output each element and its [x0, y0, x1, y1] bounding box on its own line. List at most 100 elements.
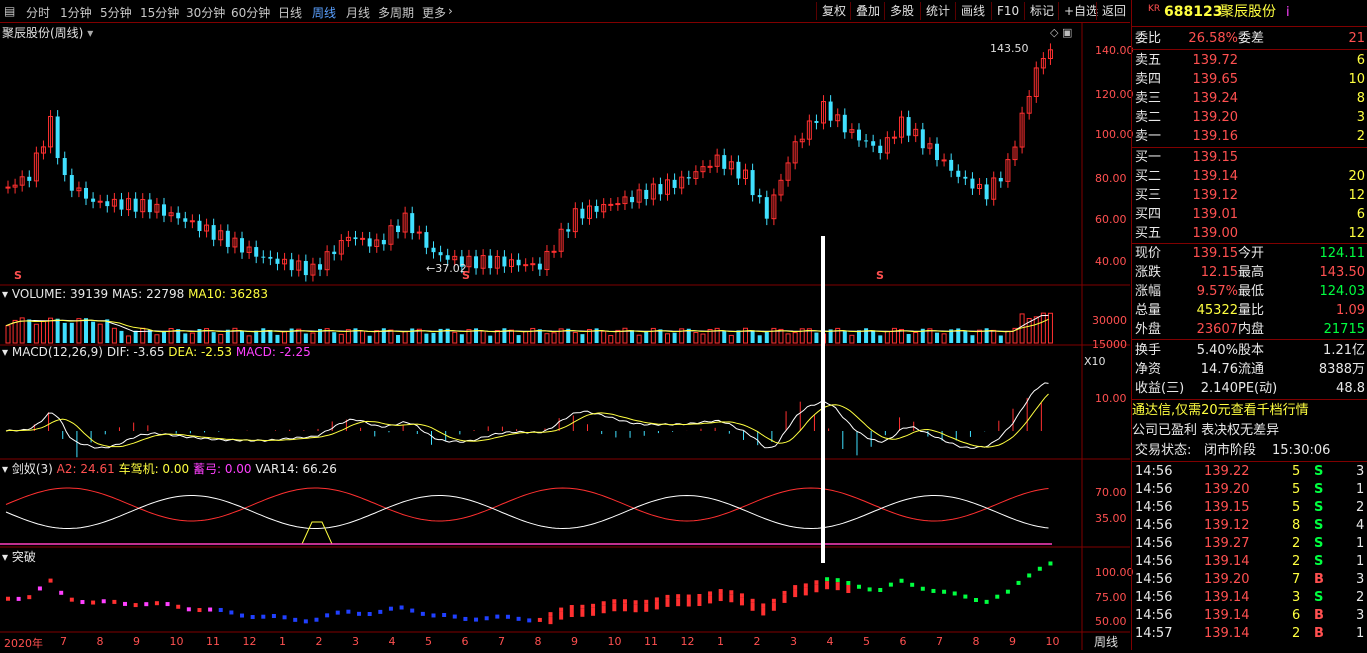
volume-menu-icon[interactable]: ▾ [2, 287, 12, 301]
date-label: 11 [644, 635, 658, 648]
volume-bar [508, 329, 514, 344]
tp-dot [591, 603, 596, 608]
period-tab-more[interactable]: 更多 [422, 4, 446, 21]
bid-row: 买三 139.12 12 [1132, 186, 1367, 205]
tp-dot [825, 577, 830, 582]
draw-line-button[interactable]: 画线 [955, 2, 990, 20]
tp-dot [452, 614, 457, 619]
period-tab-multi[interactable]: 多周期 [378, 4, 414, 21]
volume-bar [722, 331, 727, 343]
stat-value: 9.57% [1196, 284, 1238, 299]
period-tab-60min[interactable]: 60分钟 [231, 4, 270, 21]
ad-line[interactable]: 通达信,仅需20元查看千档行情 [1132, 401, 1367, 420]
tp-dot [442, 613, 447, 618]
volume-bar [934, 332, 939, 343]
volume-bar [998, 335, 1003, 343]
overlay-button[interactable]: 叠加 [850, 2, 885, 20]
stat-value-2: 143.50 [1319, 265, 1366, 280]
period-tab-fenshi[interactable]: 分时 [26, 4, 50, 21]
tp-bar [686, 598, 691, 607]
tp-dot [16, 596, 21, 601]
stat-value: 45322 [1196, 303, 1238, 318]
period-tab-1min[interactable]: 1分钟 [60, 4, 92, 21]
s-mark-2: S [462, 269, 470, 282]
volume-bar [488, 335, 493, 343]
ask-row: 卖三 139.24 8 [1132, 89, 1367, 108]
tp-dot [569, 605, 574, 610]
tp-dot [144, 602, 149, 607]
tp-dot [771, 598, 776, 603]
fuquan-button[interactable]: 复权 [816, 2, 851, 20]
stat-label-2: 股本 [1238, 343, 1265, 358]
tp-dot [654, 597, 659, 602]
tp-dot [325, 613, 330, 618]
chevron-right-icon[interactable]: › [448, 4, 453, 18]
chevron-down-icon[interactable]: ▾ [87, 26, 93, 40]
tick-time: 14:56 [1135, 464, 1173, 479]
tp-dot [708, 591, 713, 596]
tick-volume: 2 [1292, 626, 1301, 641]
stats-button[interactable]: 统计 [920, 2, 955, 20]
high-label: 143.50 [990, 42, 1029, 55]
stat-value: 139.15 [1192, 246, 1239, 261]
stat-label: 现价 [1135, 246, 1162, 261]
mark-button[interactable]: 标记 [1024, 2, 1059, 20]
macd-menu-icon[interactable]: ▾ [2, 345, 12, 359]
tp-dot [27, 595, 32, 600]
weibi-row: 委比 26.58% 委差 21 [1132, 29, 1367, 48]
ask-row: 卖一 139.16 2 [1132, 127, 1367, 146]
ask-volume: 6 [1356, 53, 1365, 68]
candle-body [133, 198, 138, 212]
stat-label-2: 量比 [1238, 303, 1265, 318]
tp-dot [803, 583, 808, 588]
tp-dot [505, 614, 510, 619]
date-label: 10 [607, 635, 622, 648]
tick-price: 139.20 [1204, 572, 1250, 587]
kline-chart-area[interactable]: 聚辰股份(周线) ▾ 143.50 ←37.02 ◇ ▣ ▾ VOLUME: 3… [0, 22, 1134, 650]
date-label: 1 [279, 635, 286, 648]
volume-bar [218, 333, 224, 344]
jn-menu-icon[interactable]: ▾ [2, 462, 12, 476]
period-toolbar: ▤ 分时 1分钟 5分钟 15分钟 30分钟 60分钟 日线 周线 月线 多周期… [0, 0, 1130, 23]
candle-body [211, 225, 216, 240]
ma5-name: MA5: [111, 287, 143, 301]
period-tab-30min[interactable]: 30分钟 [186, 4, 225, 21]
kline-chart-svg[interactable] [0, 22, 1130, 650]
tp-dot [165, 602, 170, 607]
volume-bar [76, 318, 82, 344]
f10-button[interactable]: F10 [991, 2, 1024, 20]
period-tab-daily[interactable]: 日线 [278, 4, 302, 21]
period-tab-weekly[interactable]: 周线 [312, 4, 336, 21]
volume-bar [105, 319, 110, 343]
tp-dot [69, 597, 74, 602]
stock-title: KR 688123 聚辰股份 i [1132, 3, 1367, 22]
tp-dot [218, 607, 223, 612]
price-axis-120: 120.00 [1095, 88, 1134, 101]
tp-dot [154, 601, 159, 606]
volume-value: 39139 [69, 287, 109, 301]
tp-menu-icon[interactable]: ▾ [2, 550, 12, 564]
var14-value: VAR14: 66.26 [255, 462, 337, 476]
period-tab-5min[interactable]: 5分钟 [100, 4, 132, 21]
volume-bar [551, 332, 557, 344]
back-button[interactable]: 返回 [1096, 2, 1131, 20]
settings-icon[interactable]: ◇ ▣ [1050, 26, 1072, 39]
stat-value: 23607 [1196, 322, 1238, 337]
tp-dot [495, 614, 500, 619]
tick-price: 139.14 [1204, 554, 1250, 569]
volume-bar [282, 331, 288, 344]
volume-bar [849, 334, 855, 344]
tick-price: 139.14 [1204, 626, 1250, 641]
tick-volume: 3 [1292, 590, 1301, 605]
macd-axis-10: 10.00 [1095, 392, 1127, 405]
volume-bar [69, 322, 74, 343]
period-tab-monthly[interactable]: 月线 [346, 4, 370, 21]
volume-bar [140, 327, 146, 344]
ask-volume: 10 [1348, 72, 1365, 87]
multi-stock-button[interactable]: 多股 [884, 2, 919, 20]
date-label: 1 [717, 635, 724, 648]
period-tab-15min[interactable]: 15分钟 [140, 4, 179, 21]
tp-dot [814, 580, 819, 585]
tp-bar [559, 611, 564, 620]
menu-icon[interactable]: ▤ [4, 4, 15, 18]
